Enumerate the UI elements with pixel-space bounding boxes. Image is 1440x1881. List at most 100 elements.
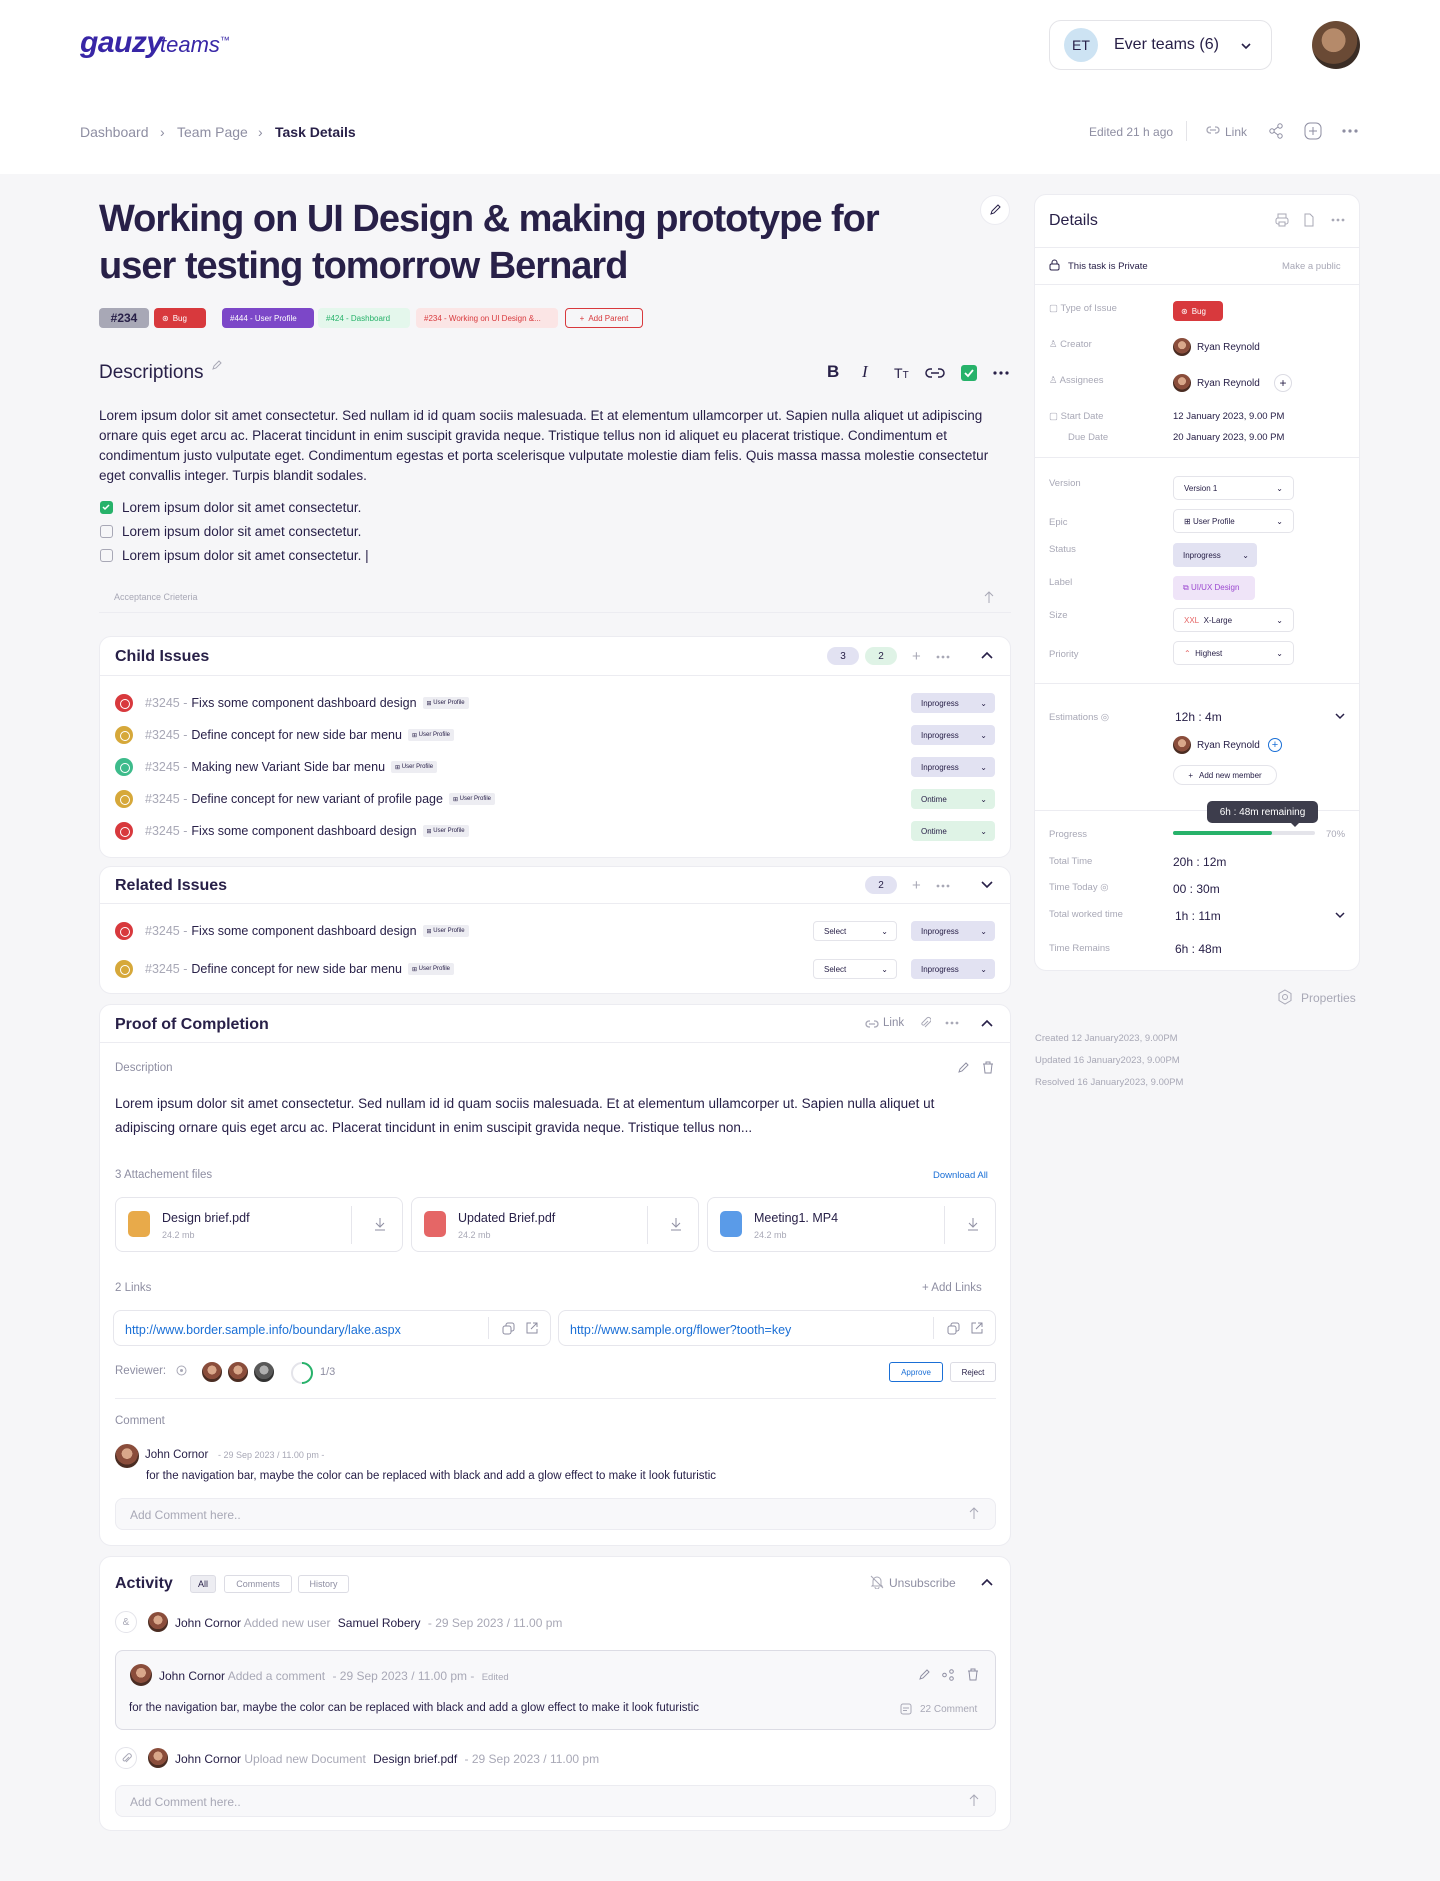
issue-status-select[interactable]: Inprogress ⌄ bbox=[911, 725, 995, 745]
label-badge[interactable]: ⧉ UI/UX Design bbox=[1173, 576, 1255, 600]
document-icon[interactable] bbox=[1302, 213, 1316, 227]
breadcrumb-team-page[interactable]: Team Page bbox=[177, 124, 248, 140]
start-date[interactable]: 12 January 2023, 9.00 PM bbox=[1173, 411, 1284, 422]
arrow-up-icon[interactable] bbox=[968, 1506, 980, 1520]
status-select[interactable]: Inprogress ⌄ bbox=[1173, 543, 1257, 567]
reviewer-avatar[interactable] bbox=[200, 1360, 224, 1384]
external-link-icon[interactable] bbox=[526, 1322, 538, 1334]
unsubscribe-button[interactable]: Unsubscribe bbox=[889, 1576, 956, 1590]
link-button[interactable]: Link bbox=[883, 1017, 904, 1029]
reviewer-avatar[interactable] bbox=[226, 1360, 250, 1384]
approve-button[interactable]: Approve bbox=[889, 1362, 943, 1382]
bold-button[interactable]: B bbox=[827, 362, 839, 382]
more-icon[interactable] bbox=[936, 884, 950, 888]
arrow-up-icon[interactable] bbox=[983, 590, 995, 604]
share-icon[interactable] bbox=[942, 1669, 954, 1681]
link-icon[interactable] bbox=[925, 367, 945, 379]
trash-icon[interactable] bbox=[967, 1668, 979, 1681]
chevron-down-icon[interactable] bbox=[1335, 912, 1345, 919]
external-link-icon[interactable] bbox=[971, 1322, 983, 1334]
add-links-button[interactable]: + Add Links bbox=[922, 1282, 982, 1294]
type-of-issue-badge[interactable]: ⊛ Bug bbox=[1173, 301, 1223, 321]
italic-button[interactable]: I bbox=[862, 362, 868, 382]
issue-status-select[interactable]: Inprogress ⌄ bbox=[911, 921, 995, 941]
issue-row[interactable]: #3245 - Define concept for new side bar m… bbox=[115, 724, 454, 746]
issue-status-select[interactable]: Inprogress ⌄ bbox=[911, 757, 995, 777]
add-child-issue-button[interactable]: + bbox=[912, 648, 921, 665]
more-icon[interactable] bbox=[1331, 218, 1345, 222]
issue-title[interactable]: Making new Variant Side bar menu bbox=[191, 760, 385, 774]
user-avatar[interactable] bbox=[1312, 21, 1360, 69]
epic-select[interactable]: ⊞ User Profile ⌄ bbox=[1173, 509, 1294, 533]
issue-status-select[interactable]: Ontime ⌄ bbox=[911, 821, 995, 841]
trash-icon[interactable] bbox=[982, 1061, 994, 1074]
chevron-down-icon[interactable] bbox=[981, 881, 993, 889]
download-icon[interactable] bbox=[967, 1217, 979, 1231]
issue-title[interactable]: Fixs some component dashboard design bbox=[191, 824, 416, 838]
description-body[interactable]: Lorem ipsum dolor sit amet consectetur. … bbox=[99, 406, 999, 486]
add-estimation-button[interactable]: + bbox=[1268, 738, 1282, 752]
checklist-checkbox[interactable] bbox=[100, 549, 113, 562]
tag-bug[interactable]: ⊛ Bug bbox=[154, 308, 206, 328]
issue-row[interactable]: #3245 - Making new Variant Side bar menu ⊞… bbox=[115, 756, 438, 778]
properties-button[interactable]: Properties bbox=[1301, 991, 1356, 1005]
relation-select[interactable]: Select ⌄ bbox=[813, 921, 897, 941]
issue-row[interactable]: #3245 - Define concept for new side bar m… bbox=[115, 958, 454, 980]
activity-comment-box[interactable] bbox=[115, 1650, 996, 1730]
copy-icon[interactable] bbox=[947, 1322, 960, 1335]
size-select[interactable]: XXL X-Large ⌄ bbox=[1173, 608, 1294, 632]
attachment-file[interactable]: Design brief.pdf 24.2 mb bbox=[115, 1197, 403, 1252]
comment-count[interactable]: 22 Comment bbox=[920, 1704, 977, 1715]
add-parent-button[interactable]: + Add Parent bbox=[565, 308, 643, 328]
pencil-icon[interactable] bbox=[957, 1062, 969, 1074]
link-url[interactable]: http://www.border.sample.info/boundary/l… bbox=[125, 1323, 401, 1337]
issue-status-select[interactable]: Inprogress ⌄ bbox=[911, 959, 995, 979]
version-select[interactable]: Version 1 ⌄ bbox=[1173, 476, 1294, 500]
issue-row[interactable]: #3245 - Define concept for new variant of… bbox=[115, 788, 495, 810]
more-icon[interactable] bbox=[945, 1021, 959, 1025]
issue-row[interactable]: #3245 - Fixs some component dashboard des… bbox=[115, 920, 469, 942]
more-icon[interactable] bbox=[1342, 129, 1358, 133]
issue-title[interactable]: Fixs some component dashboard design bbox=[191, 924, 416, 938]
due-date[interactable]: 20 January 2023, 9.00 PM bbox=[1173, 432, 1284, 443]
tab-comments[interactable]: Comments bbox=[224, 1575, 292, 1593]
proof-link[interactable]: http://www.border.sample.info/boundary/l… bbox=[113, 1310, 551, 1346]
priority-select[interactable]: ⌃ Highest ⌄ bbox=[1173, 641, 1294, 665]
tag-user-profile[interactable]: #444 - User Profile bbox=[222, 308, 314, 328]
issue-title[interactable]: Define concept for new variant of profil… bbox=[191, 792, 443, 806]
chevron-up-icon[interactable] bbox=[981, 1019, 993, 1027]
text-size-button[interactable]: TT bbox=[894, 365, 909, 381]
chevron-up-icon[interactable] bbox=[981, 1578, 993, 1586]
copy-icon[interactable] bbox=[502, 1322, 515, 1335]
arrow-up-icon[interactable] bbox=[968, 1793, 980, 1807]
download-all-button[interactable]: Download All bbox=[933, 1170, 988, 1181]
attachment-file[interactable]: Updated Brief.pdf 24.2 mb bbox=[411, 1197, 699, 1252]
task-title[interactable]: Working on UI Design & making prototype … bbox=[99, 196, 939, 290]
team-switcher[interactable]: ET Ever teams (6) bbox=[1049, 20, 1272, 70]
attachment-file[interactable]: Meeting1. MP4 24.2 mb bbox=[707, 1197, 996, 1252]
acceptance-criteria-input[interactable]: Acceptance Crieteria bbox=[114, 592, 198, 602]
checklist-checkbox[interactable] bbox=[100, 525, 113, 538]
tab-history[interactable]: History bbox=[298, 1575, 349, 1593]
download-icon[interactable] bbox=[374, 1217, 386, 1231]
issue-title[interactable]: Fixs some component dashboard design bbox=[191, 696, 416, 710]
paperclip-icon[interactable] bbox=[919, 1016, 931, 1030]
activity-comment-input[interactable]: Add Comment here.. bbox=[115, 1785, 996, 1817]
proof-link[interactable]: http://www.sample.org/flower?tooth=key bbox=[558, 1310, 996, 1346]
tab-all[interactable]: All bbox=[190, 1575, 216, 1593]
issue-row[interactable]: #3245 - Fixs some component dashboard des… bbox=[115, 820, 469, 842]
link-button[interactable]: Link bbox=[1225, 125, 1247, 139]
issue-row[interactable]: #3245 - Fixs some component dashboard des… bbox=[115, 692, 469, 714]
add-icon[interactable] bbox=[1304, 122, 1322, 140]
checklist-button[interactable] bbox=[961, 365, 977, 381]
link-url[interactable]: http://www.sample.org/flower?tooth=key bbox=[570, 1323, 791, 1337]
more-icon[interactable] bbox=[993, 371, 1009, 375]
chevron-down-icon[interactable] bbox=[1335, 713, 1345, 720]
print-icon[interactable] bbox=[1275, 213, 1289, 227]
more-icon[interactable] bbox=[936, 655, 950, 659]
chevron-up-icon[interactable] bbox=[981, 651, 993, 659]
issue-status-select[interactable]: Ontime ⌄ bbox=[911, 789, 995, 809]
tag-dashboard[interactable]: #424 - Dashboard bbox=[318, 308, 410, 328]
breadcrumb-dashboard[interactable]: Dashboard bbox=[80, 124, 149, 140]
share-icon[interactable] bbox=[1268, 123, 1284, 139]
